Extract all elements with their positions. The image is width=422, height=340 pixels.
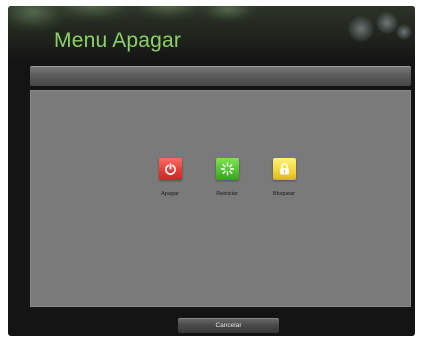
shutdown-label: Apagar <box>161 191 179 197</box>
dialog-title: Menu Apagar <box>54 29 182 52</box>
header-bokeh-decoration <box>348 16 374 42</box>
actions-panel: Apagar Reiniciar Bloquear <box>30 90 411 307</box>
header-foliage-decoration <box>128 6 208 20</box>
header-bokeh-decoration <box>396 24 412 40</box>
power-icon[interactable] <box>158 158 182 180</box>
header-bokeh-decoration <box>376 12 398 34</box>
shutdown-dialog: Menu Apagar Apagar Reiniciar Bloquear Ca… <box>8 6 415 336</box>
restart-label: Reiniciar <box>216 191 238 197</box>
restart-action[interactable]: Reiniciar <box>197 158 257 197</box>
header-foliage-decoration <box>198 6 258 22</box>
cancel-button[interactable]: Cancelar <box>178 318 279 333</box>
dialog-toolbar <box>30 66 411 86</box>
shutdown-action[interactable]: Apagar <box>140 158 200 197</box>
lock-label: Bloquear <box>272 191 296 197</box>
dialog-header: Menu Apagar <box>8 6 415 62</box>
restart-icon[interactable] <box>215 158 239 180</box>
lock-action[interactable]: Bloquear <box>254 158 314 197</box>
lock-icon[interactable] <box>272 158 296 180</box>
